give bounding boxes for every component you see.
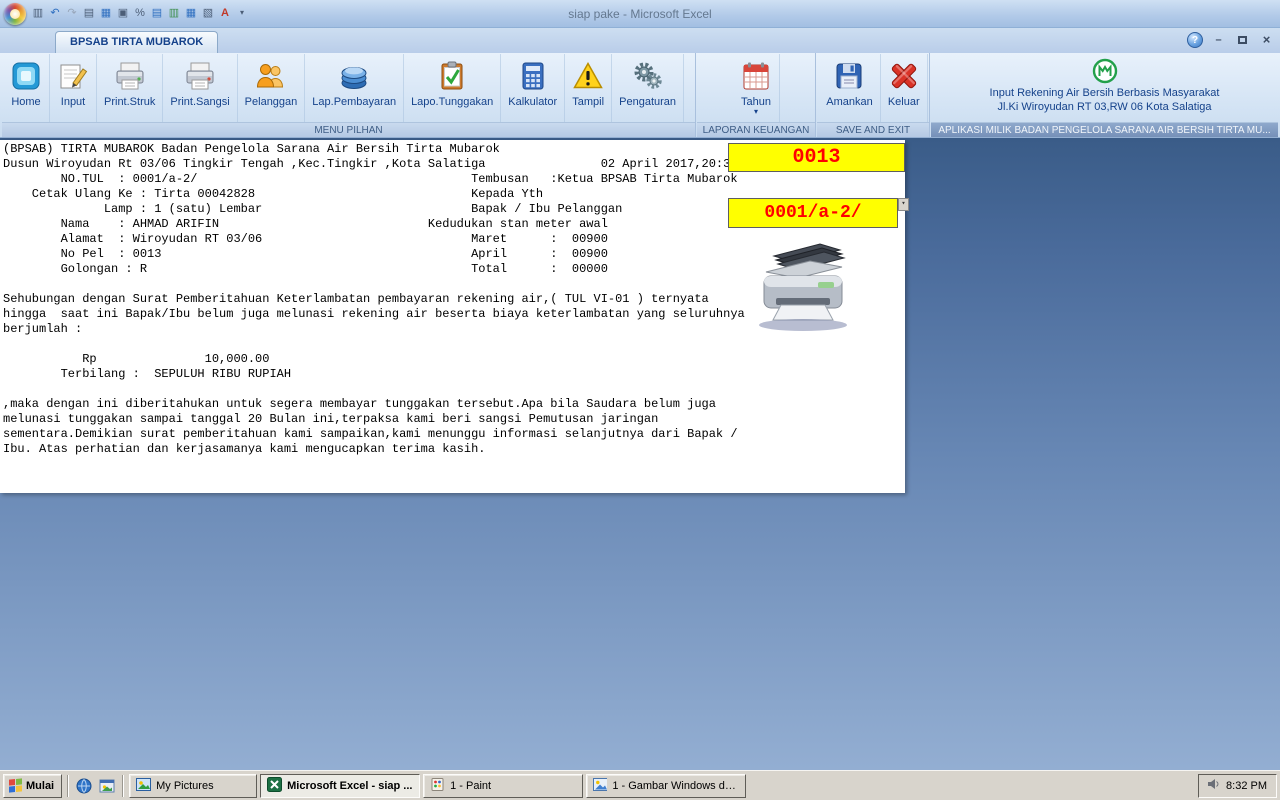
paste-icon[interactable]: ▥ <box>30 4 46 22</box>
calculator-icon <box>517 58 549 94</box>
group-label-aplikasi: APLIKASI MILIK BADAN PENGELOLA SARANA AI… <box>931 122 1278 137</box>
undo-icon[interactable]: ↶ <box>47 4 63 22</box>
office-button[interactable] <box>4 3 26 25</box>
group-label-save-and-exit: SAVE AND EXIT <box>817 122 929 137</box>
amankan-button[interactable]: Amankan <box>819 54 881 122</box>
printer-icon <box>114 58 146 94</box>
ribbon-group-save-and-exit: Amankan Keluar SAVE AND EXIT <box>817 53 930 137</box>
home-icon <box>10 58 42 94</box>
app-info-line-2: Jl.Ki Wiroyudan RT 03,RW 06 Kota Salatig… <box>997 101 1212 113</box>
volume-icon[interactable] <box>1206 777 1220 794</box>
close-icon[interactable]: × <box>1258 32 1275 48</box>
start-label: Mulai <box>26 779 55 792</box>
pelanggan-button[interactable]: Pelanggan <box>238 54 306 122</box>
coins-icon <box>338 58 370 94</box>
window-controls: ? – × <box>1187 32 1275 48</box>
ribbon-group-menu-pilhan: Home Input Print.Struk Print.Sangsi Pela… <box>2 53 696 137</box>
doc-line: Rp 10,000.00 <box>3 352 270 366</box>
start-button[interactable]: Mulai <box>3 773 63 798</box>
kalkulator-button[interactable]: Kalkulator <box>501 54 566 122</box>
image-icon <box>593 777 608 795</box>
calendar-icon <box>740 58 772 94</box>
task-paint[interactable]: 1 - Paint <box>423 773 584 798</box>
letter-document: (BPSAB) TIRTA MUBAROK Badan Pengelola Sa… <box>0 140 909 493</box>
taskbar: Mulai My Pictures Microsoft Excel - siap… <box>0 770 1280 800</box>
home-button[interactable]: Home <box>3 54 50 122</box>
doc-line: Terbilang : SEPULUH RIBU RUPIAH <box>3 367 292 381</box>
keluar-button[interactable]: Keluar <box>881 54 928 122</box>
sheet-4-icon[interactable]: ▧ <box>200 4 216 22</box>
doc-line <box>0 337 905 352</box>
pengaturan-button[interactable]: Pengaturan <box>612 54 685 122</box>
qat-customize-icon[interactable]: ▾ <box>234 4 250 22</box>
application-window: ▥ ↶ ↷ ▤ ▦ ▣ % ▤ ▥ ▦ ▧ A ▾ siap pake - Mi… <box>0 0 1280 800</box>
task-gambar-windows[interactable]: 1 - Gambar Windows dan... <box>586 773 747 798</box>
taskbar-separator <box>122 774 125 797</box>
no-pel-field[interactable]: 0013 <box>728 143 905 172</box>
lap-pembayaran-button[interactable]: Lap.Pembayaran <box>305 54 405 122</box>
tahun-button[interactable]: Tahun ▾ <box>733 54 780 122</box>
task-my-pictures[interactable]: My Pictures <box>129 773 258 798</box>
group-label-menu-pilhan: MENU PILHAN <box>2 122 695 137</box>
ribbon-tab-row: BPSAB TIRTA MUBAROK ? – × <box>0 28 1280 53</box>
redo-icon[interactable]: ↷ <box>64 4 80 22</box>
doc-line <box>0 382 905 397</box>
pictures-folder-icon <box>136 777 152 795</box>
sheet-3-icon[interactable]: ▦ <box>183 4 199 22</box>
restore-icon[interactable] <box>1234 32 1251 48</box>
clipboard-check-icon <box>436 58 468 94</box>
print-icon[interactable]: ▣ <box>115 4 131 22</box>
task-microsoft-excel[interactable]: Microsoft Excel - siap ... <box>260 773 421 798</box>
font-color-icon[interactable]: A <box>217 4 233 22</box>
print-struk-button[interactable]: Print.Struk <box>97 54 164 122</box>
people-icon <box>255 58 287 94</box>
warning-icon <box>572 58 604 94</box>
ribbon-group-aplikasi-info: Input Rekening Air Bersih Berbasis Masya… <box>931 53 1278 137</box>
title-bar: ▥ ↶ ↷ ▤ ▦ ▣ % ▤ ▥ ▦ ▧ A ▾ siap pake - Mi… <box>0 0 1280 28</box>
lapo-tunggakan-button[interactable]: Lapo.Tunggakan <box>404 54 502 122</box>
no-tul-combobox[interactable]: 0001/a-2/ <box>728 198 898 228</box>
input-button[interactable]: Input <box>50 54 97 122</box>
excel-icon <box>267 776 283 795</box>
floppy-disk-icon <box>833 58 865 94</box>
doc-line: Ibu. Atas perhatian dan kerjasamanya kam… <box>3 442 486 456</box>
doc-line: NO.TUL : 0001/a-2/ Tembusan :Ketua BPSAB… <box>3 172 738 186</box>
tampil-button[interactable]: Tampil <box>565 54 613 122</box>
print-sangsi-button[interactable]: Print.Sangsi <box>163 54 238 122</box>
tab-bpsab-tirta-mubarok[interactable]: BPSAB TIRTA MUBAROK <box>55 31 219 53</box>
printer-icon <box>184 58 216 94</box>
printer-clipart <box>748 240 858 336</box>
input-pencil-icon <box>57 58 89 94</box>
app-info-line-1: Input Rekening Air Bersih Berbasis Masya… <box>989 87 1220 99</box>
paint-palette-icon <box>430 777 445 795</box>
doc-line: ,maka dengan ini diberitahukan untuk seg… <box>3 397 716 411</box>
group-label-laporan-keuangan: LAPORAN KEUANGAN <box>697 122 815 137</box>
quick-access-toolbar: ▥ ↶ ↷ ▤ ▦ ▣ % ▤ ▥ ▦ ▧ A ▾ <box>30 4 250 22</box>
minimize-icon[interactable]: – <box>1210 32 1227 48</box>
windows-logo-icon <box>9 778 22 793</box>
no-tul-dropdown-icon[interactable]: ▾ <box>898 198 909 211</box>
help-icon[interactable]: ? <box>1187 32 1203 48</box>
tirta-mubarok-logo-icon <box>1092 56 1118 86</box>
chevron-down-icon: ▾ <box>753 107 758 116</box>
save-icon[interactable]: ▦ <box>98 4 114 22</box>
ribbon-group-laporan-keuangan: Tahun ▾ LAPORAN KEUANGAN <box>697 53 816 137</box>
doc-line: sementara.Demikian surat pemberitahuan k… <box>3 427 738 441</box>
clock[interactable]: 8:32 PM <box>1226 780 1267 792</box>
taskbar-separator <box>67 774 70 797</box>
quick-launch-window-icon[interactable] <box>97 775 117 797</box>
quick-launch-globe-icon[interactable] <box>74 775 94 797</box>
ribbon: Home Input Print.Struk Print.Sangsi Pela… <box>0 53 1280 138</box>
doc-line: melunasi tunggakan sampai tanggal 20 Bul… <box>3 412 659 426</box>
red-x-icon <box>888 58 920 94</box>
sheet-2-icon[interactable]: ▥ <box>166 4 182 22</box>
gears-icon <box>632 58 664 94</box>
percent-icon[interactable]: % <box>132 4 148 22</box>
print-preview-icon[interactable]: ▤ <box>81 4 97 22</box>
system-tray[interactable]: 8:32 PM <box>1198 773 1277 798</box>
sheet-1-icon[interactable]: ▤ <box>149 4 165 22</box>
